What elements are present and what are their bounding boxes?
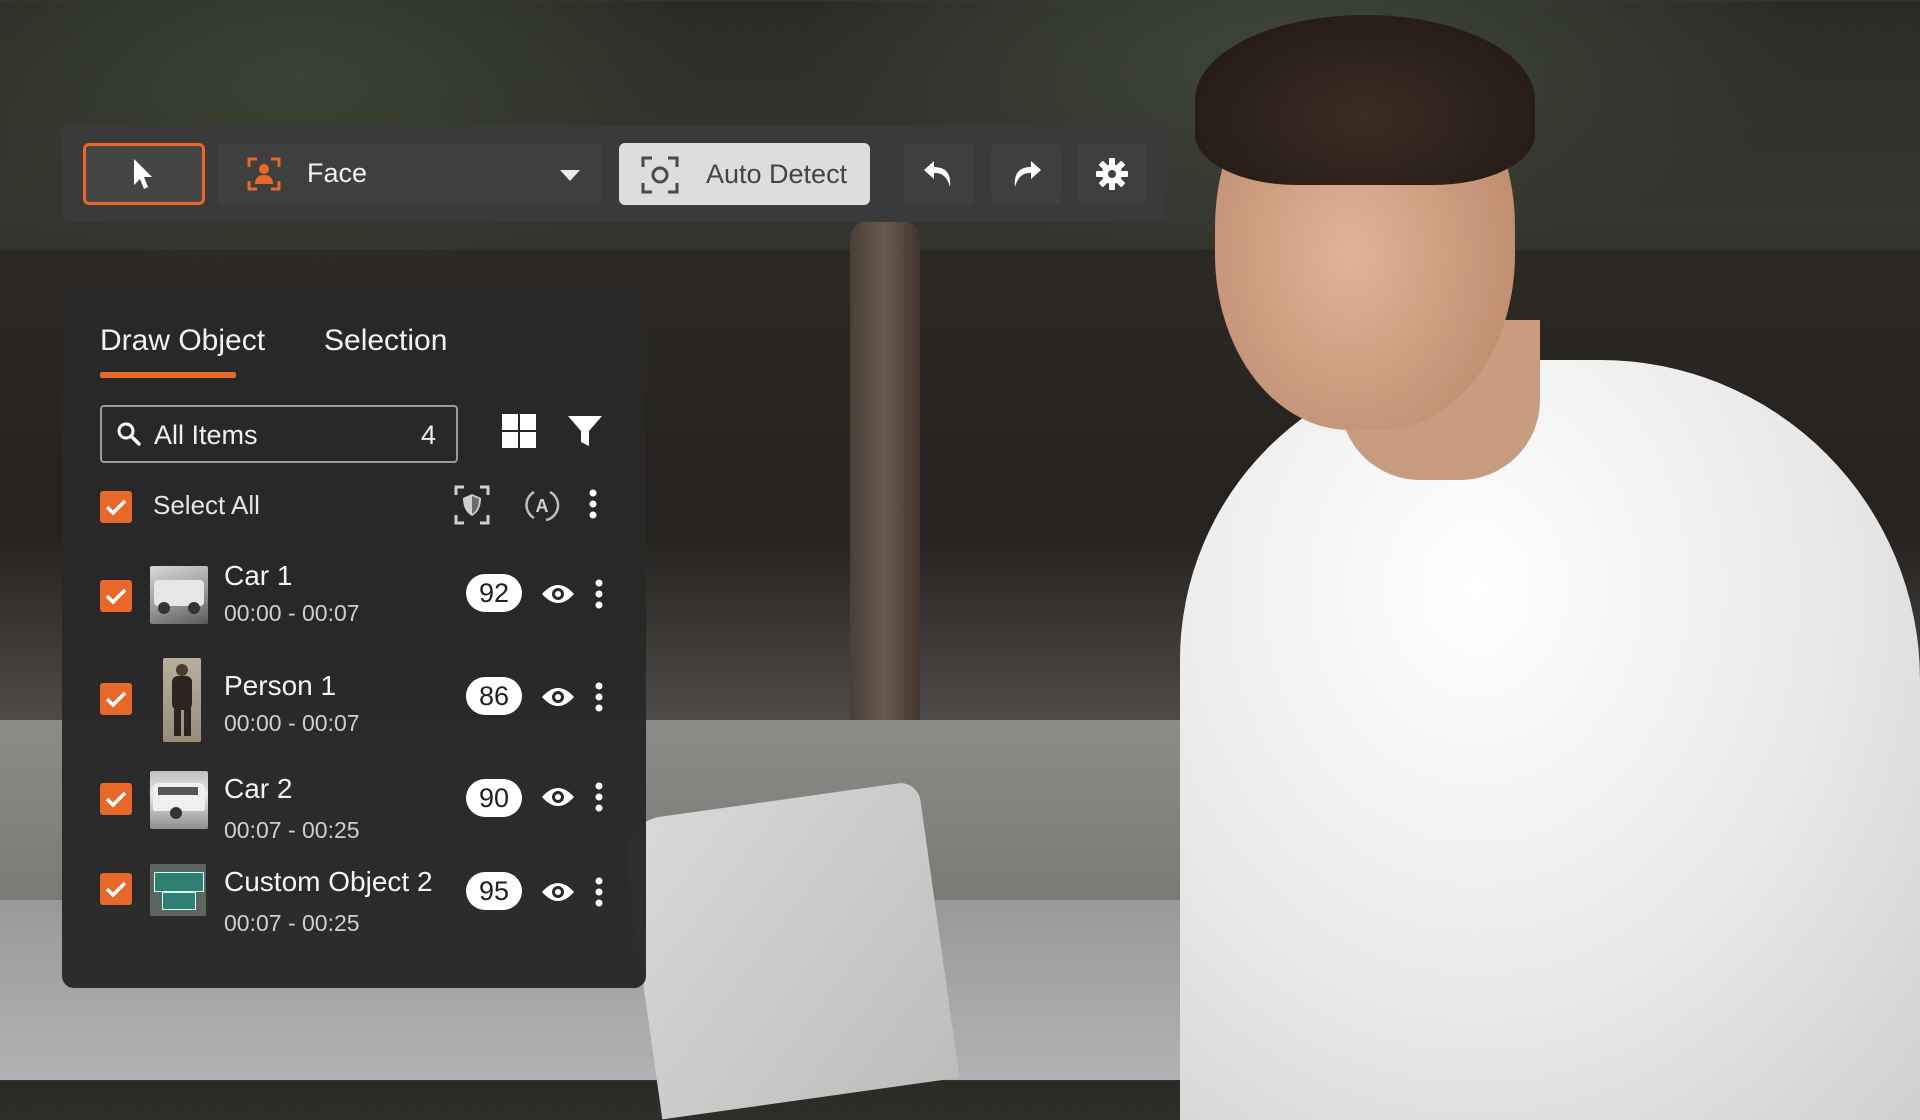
select-all-label: Select All bbox=[153, 490, 260, 520]
background-tree-trunk bbox=[850, 220, 920, 740]
pointer-tool-button[interactable] bbox=[83, 143, 205, 205]
auto-detect-label: Auto Detect bbox=[706, 159, 848, 189]
eye-icon[interactable] bbox=[540, 683, 576, 711]
confidence-score-badge: 86 bbox=[466, 677, 522, 715]
item-time-range: 00:00 - 00:07 bbox=[224, 600, 360, 626]
laptop bbox=[620, 780, 960, 1120]
search-icon bbox=[117, 422, 141, 446]
item-name: Custom Object 2 bbox=[224, 866, 433, 897]
confidence-score-badge: 92 bbox=[466, 574, 522, 612]
item-checkbox[interactable] bbox=[100, 683, 132, 715]
check-icon bbox=[105, 499, 127, 516]
tab-draw-object[interactable]: Draw Object bbox=[100, 324, 265, 358]
item-more-options-icon[interactable] bbox=[594, 781, 604, 813]
redo-icon bbox=[1014, 161, 1041, 187]
eye-icon[interactable] bbox=[540, 878, 576, 906]
item-count: 4 bbox=[420, 420, 436, 450]
item-filter-field[interactable]: All Items 4 bbox=[100, 405, 458, 463]
auto-detect-icon bbox=[641, 156, 679, 194]
redo-button[interactable] bbox=[991, 143, 1061, 205]
item-more-options-icon[interactable] bbox=[594, 876, 604, 908]
item-more-options-icon[interactable] bbox=[594, 681, 604, 713]
item-name: Person 1 bbox=[224, 670, 337, 701]
confidence-score-badge: 90 bbox=[466, 779, 522, 817]
check-icon bbox=[105, 691, 127, 708]
item-thumbnail-person bbox=[163, 658, 201, 742]
settings-button[interactable] bbox=[1077, 143, 1147, 205]
grid-view-icon[interactable] bbox=[502, 414, 536, 448]
item-checkbox[interactable] bbox=[100, 873, 132, 905]
object-type-label: Face bbox=[307, 158, 368, 188]
more-options-icon[interactable] bbox=[588, 488, 598, 520]
item-checkbox[interactable] bbox=[100, 580, 132, 612]
item-name: Car 1 bbox=[224, 560, 293, 591]
person-neck bbox=[1340, 320, 1540, 480]
toolbar: Face Auto Detect bbox=[62, 125, 1166, 222]
auto-annotate-icon[interactable]: A bbox=[524, 487, 560, 523]
active-tab-indicator bbox=[100, 372, 236, 378]
check-icon bbox=[105, 881, 127, 898]
chevron-down-icon bbox=[560, 170, 580, 181]
item-time-range: 00:07 - 00:25 bbox=[224, 910, 360, 936]
undo-button[interactable] bbox=[904, 143, 974, 205]
eye-icon[interactable] bbox=[540, 580, 576, 608]
eye-icon[interactable] bbox=[540, 783, 576, 811]
gear-icon bbox=[1096, 158, 1128, 190]
object-panel: Draw Object Selection All Items 4 Select… bbox=[62, 290, 646, 988]
filter-icon[interactable] bbox=[566, 412, 604, 450]
item-name: Car 2 bbox=[224, 773, 293, 804]
person-hair bbox=[1195, 15, 1535, 185]
item-thumbnail-van bbox=[150, 771, 208, 829]
person-head bbox=[1215, 40, 1515, 430]
tab-selection[interactable]: Selection bbox=[324, 324, 447, 358]
auto-detect-button[interactable]: Auto Detect bbox=[619, 143, 870, 205]
item-time-range: 00:00 - 00:07 bbox=[224, 710, 360, 736]
item-time-range: 00:07 - 00:25 bbox=[224, 817, 360, 843]
object-type-dropdown[interactable]: Face bbox=[217, 143, 602, 205]
item-more-options-icon[interactable] bbox=[594, 578, 604, 610]
confidence-score-badge: 95 bbox=[466, 872, 522, 910]
undo-icon bbox=[924, 161, 951, 187]
search-label: All Items bbox=[154, 420, 258, 450]
item-thumbnail-car bbox=[150, 566, 208, 624]
person-shirt bbox=[1180, 360, 1920, 1120]
face-shield-icon[interactable] bbox=[454, 485, 490, 525]
select-all-checkbox[interactable] bbox=[100, 491, 132, 523]
check-icon bbox=[105, 791, 127, 808]
face-frame-icon bbox=[247, 157, 281, 191]
item-checkbox[interactable] bbox=[100, 783, 132, 815]
svg-text:A: A bbox=[536, 496, 549, 516]
item-thumbnail-sign bbox=[150, 864, 206, 916]
pointer-icon bbox=[134, 159, 152, 189]
check-icon bbox=[105, 588, 127, 605]
